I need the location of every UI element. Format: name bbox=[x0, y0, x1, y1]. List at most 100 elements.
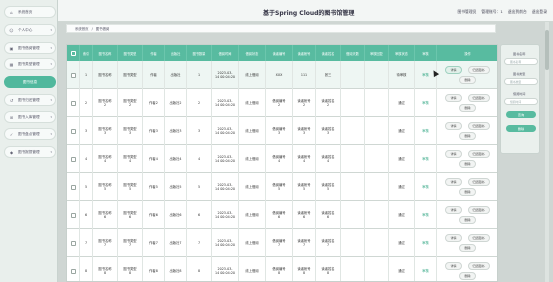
return-book-button[interactable]: 归还图书 bbox=[467, 149, 490, 158]
cell-reader-name: 读者姓名 2 bbox=[316, 89, 341, 117]
detail-button[interactable]: 详情 bbox=[445, 65, 462, 74]
return-book-button[interactable]: 归还图书 bbox=[467, 177, 490, 186]
review-link[interactable]: 审核 bbox=[422, 129, 429, 133]
column-header: 借阅状态 bbox=[239, 45, 266, 61]
sidebar-item-borrow[interactable]: ▣ 图书借阅管理 ▾ bbox=[4, 42, 56, 54]
logout-link[interactable]: 退出登录 bbox=[532, 9, 547, 15]
delete-row-button[interactable]: 删除 bbox=[459, 216, 476, 225]
cell-reader-name: 读者姓名 4 bbox=[316, 145, 341, 173]
row-checkbox[interactable] bbox=[70, 184, 76, 190]
delete-row-button[interactable]: 删除 bbox=[459, 160, 476, 169]
return-book-button[interactable]: 归还图书 bbox=[467, 261, 490, 270]
cell-name: 图书名称 3 bbox=[93, 117, 118, 145]
return-book-button[interactable]: 归还图书 bbox=[467, 121, 490, 130]
search-input-type[interactable]: 图书类型 bbox=[504, 78, 538, 85]
detail-button[interactable]: 详情 bbox=[445, 205, 462, 214]
row-checkbox[interactable] bbox=[70, 100, 76, 106]
search-input-name[interactable]: 图书名称 bbox=[504, 58, 538, 65]
front-link[interactable]: 退出到前台 bbox=[508, 9, 527, 15]
cell-days bbox=[341, 89, 365, 117]
row-checkbox[interactable] bbox=[70, 72, 76, 78]
delete-row-button[interactable]: 删除 bbox=[459, 76, 476, 85]
chevron-down-icon: ▾ bbox=[50, 46, 52, 50]
search-label-time: 借阅时间 bbox=[513, 92, 526, 96]
delete-row-button[interactable]: 删除 bbox=[459, 188, 476, 197]
sidebar-item-damage[interactable]: ◆ 图书报损管理 ▾ bbox=[4, 146, 56, 158]
cell-name: 图书名称 6 bbox=[93, 201, 118, 229]
cell-audit: 待审核 bbox=[389, 61, 415, 89]
row-select-cell bbox=[67, 145, 80, 173]
sidebar-item-profile[interactable]: ☺ 个人中心 ▾ bbox=[4, 24, 56, 36]
sidebar-item-label: 图书类型管理 bbox=[18, 61, 40, 66]
return-book-button[interactable]: 归还图书 bbox=[467, 233, 490, 242]
delete-row-button[interactable]: 删除 bbox=[459, 104, 476, 113]
return-book-button[interactable]: 归还图书 bbox=[467, 93, 490, 102]
review-link[interactable]: 审核 bbox=[422, 241, 429, 245]
cell-account: 读者帐号 7 bbox=[293, 229, 316, 257]
table-row: 3 图书名称 3 图书类型 3 作者3 出版社3 3 2023-03- 14 00:04:2… bbox=[67, 117, 497, 145]
review-link[interactable]: 审核 bbox=[422, 185, 429, 189]
delete-button[interactable]: 删除 bbox=[506, 125, 536, 132]
chevron-down-icon: ▾ bbox=[50, 115, 52, 119]
scrollbar-thumb[interactable] bbox=[545, 30, 549, 70]
select-all-checkbox[interactable] bbox=[70, 50, 76, 56]
sidebar-item-label: 图书盘点管理 bbox=[18, 131, 40, 136]
cell-days bbox=[341, 61, 365, 89]
row-checkbox[interactable] bbox=[70, 240, 76, 246]
review-link[interactable]: 审核 bbox=[422, 269, 429, 273]
grid-icon: ▦ bbox=[9, 61, 14, 67]
return-book-button[interactable]: 归还图书 bbox=[467, 65, 490, 74]
detail-button[interactable]: 详情 bbox=[445, 121, 462, 130]
cell-index: 8 bbox=[80, 257, 93, 281]
detail-button[interactable]: 详情 bbox=[445, 177, 462, 186]
cell-qty: 5 bbox=[187, 173, 212, 201]
row-checkbox[interactable] bbox=[70, 156, 76, 162]
row-checkbox[interactable] bbox=[70, 268, 76, 274]
cell-index: 2 bbox=[80, 89, 93, 117]
cell-qty: 8 bbox=[187, 257, 212, 281]
column-header: 作者 bbox=[143, 45, 165, 61]
row-checkbox[interactable] bbox=[70, 212, 76, 218]
detail-button[interactable]: 详情 bbox=[445, 261, 462, 270]
table-header: 索引 图书名称 图书类型 作者 出版社 图书数量 借阅时间 借阅状态 读者编号 读者帐号 读者姓名借… bbox=[67, 45, 497, 61]
sidebar-item-stock[interactable]: ⊞ 图书入库管理 ▾ bbox=[4, 111, 56, 123]
review-cell: 审核 bbox=[415, 117, 437, 145]
cell-press: 出版社6 bbox=[165, 201, 187, 229]
sidebar-item-label: 图书归还管理 bbox=[18, 97, 40, 102]
review-link[interactable]: 审核 bbox=[422, 157, 429, 161]
review-link[interactable]: 审核 bbox=[422, 101, 429, 105]
data-table: 索引 图书名称 图书类型 作者 出版社 图书数量 借阅时间 借阅状态 读者编号 读者帐号 读者姓名借… bbox=[66, 44, 498, 282]
cell-index: 7 bbox=[80, 229, 93, 257]
row-checkbox[interactable] bbox=[70, 128, 76, 134]
delete-row-button[interactable]: 删除 bbox=[459, 132, 476, 141]
sidebar-item-home[interactable]: ⌂ 系统首页 bbox=[4, 6, 56, 18]
row-actions: 详情 归还图书删除 bbox=[437, 117, 497, 145]
search-button[interactable]: 查询 bbox=[506, 111, 536, 118]
sidebar-item-type[interactable]: ▦ 图书类型管理 ▾ bbox=[4, 58, 56, 70]
sidebar-item-inventory[interactable]: ✓ 图书盘点管理 ▾ bbox=[4, 128, 56, 140]
sidebar-item-return[interactable]: ↺ 图书归还管理 ▾ bbox=[4, 94, 56, 106]
row-select-cell bbox=[67, 201, 80, 229]
detail-button[interactable]: 详情 bbox=[445, 233, 462, 242]
detail-button[interactable]: 详情 bbox=[445, 93, 462, 102]
breadcrumb-home[interactable]: 系统首页 bbox=[75, 26, 89, 31]
book-icon: ▣ bbox=[9, 45, 14, 51]
delete-row-button[interactable]: 删除 bbox=[459, 272, 476, 281]
chevron-down-icon: ▾ bbox=[50, 150, 52, 154]
cell-account: 读者帐号 6 bbox=[293, 201, 316, 229]
return-book-button[interactable]: 归还图书 bbox=[467, 205, 490, 214]
review-link[interactable]: 审核 bbox=[422, 73, 429, 77]
row-actions: 详情 归还图书删除 bbox=[437, 61, 497, 89]
search-input-time[interactable]: 借阅时间 bbox=[504, 98, 538, 105]
review-link[interactable]: 审核 bbox=[422, 213, 429, 217]
delete-row-button[interactable]: 删除 bbox=[459, 244, 476, 253]
cell-status: 线上借阅 bbox=[239, 201, 266, 229]
top-links: 图书管理员 管理账号：1 退出到前台 退出登录 bbox=[457, 9, 547, 15]
cell-days bbox=[341, 257, 365, 281]
column-header bbox=[67, 45, 80, 61]
detail-button[interactable]: 详情 bbox=[445, 149, 462, 158]
column-header: 出版社 bbox=[165, 45, 187, 61]
column-header: 读者姓名 bbox=[316, 45, 341, 61]
sidebar-item-bookinfo[interactable]: 图书信息 bbox=[4, 76, 56, 88]
column-header: 读者编号 bbox=[266, 45, 293, 61]
